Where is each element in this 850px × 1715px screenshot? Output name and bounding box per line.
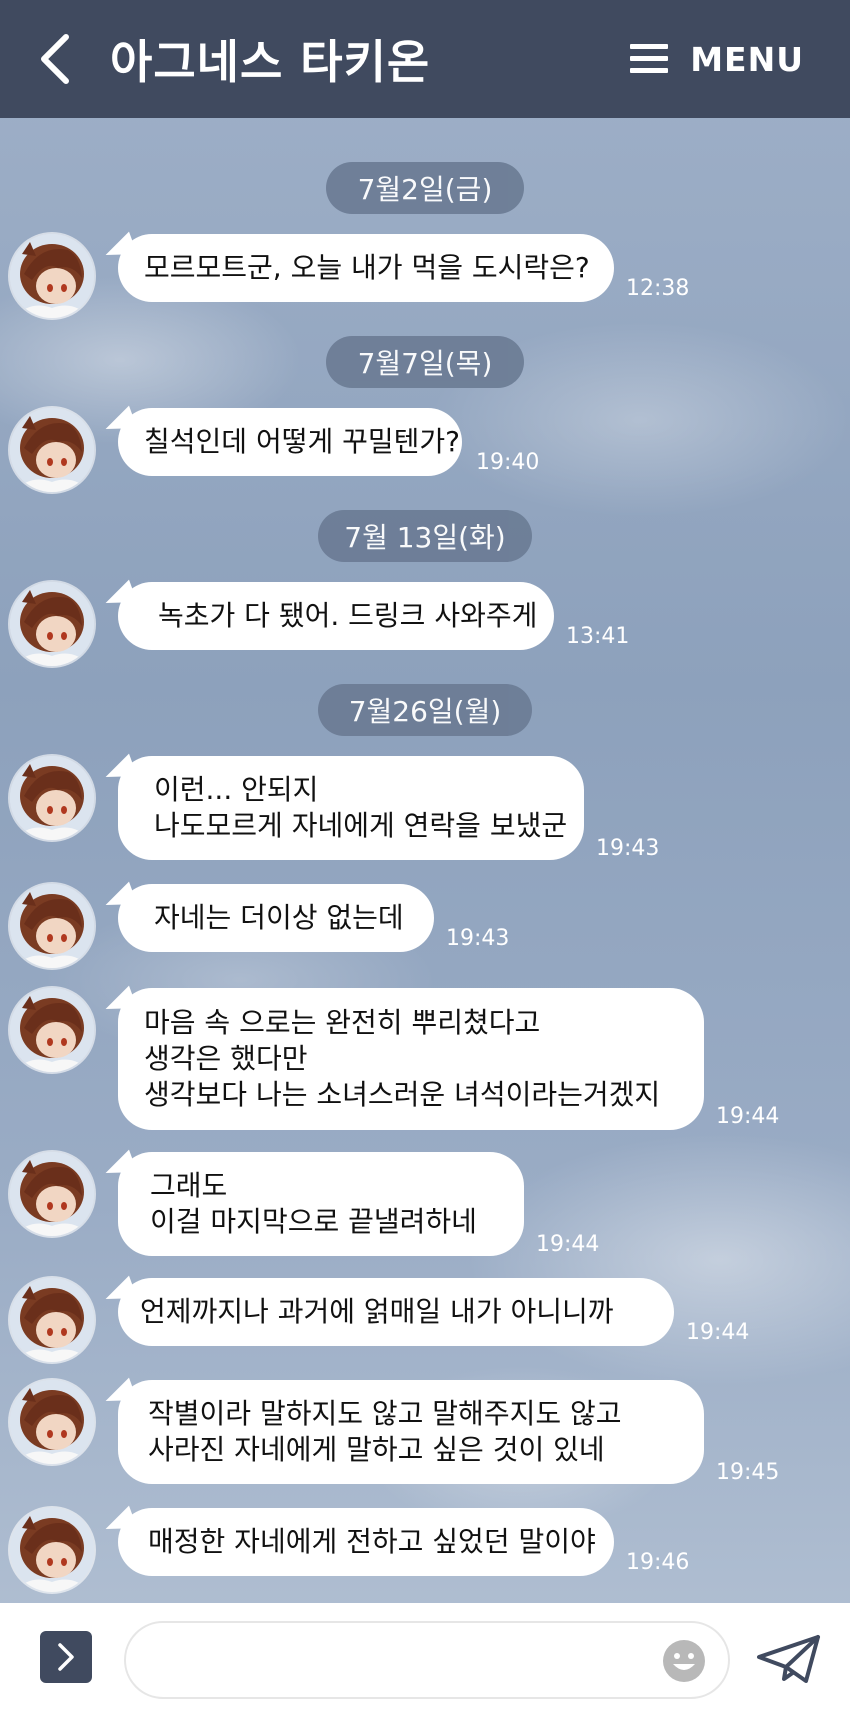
menu-label: MENU	[690, 39, 804, 79]
message-text: 자네는 더이상 없는데	[154, 901, 404, 934]
message-text: 매정한 자네에게 전하고 싶었던 말이야	[148, 1525, 596, 1558]
message-text: 생각은 했다만	[144, 1042, 308, 1075]
message-input-bar	[0, 1603, 850, 1715]
message-time: 19:44	[536, 1232, 600, 1257]
message-text: 이런... 안되지	[154, 773, 319, 806]
message-bubble[interactable]: 작별이라 말하지도 않고 말해주지도 않고 사라진 자네에게 말하고 싶은 것이…	[118, 1380, 704, 1484]
avatar[interactable]	[10, 756, 94, 840]
message-text: 모르모트군, 오늘 내가 먹을 도시락은?	[144, 251, 590, 284]
message-text: 언제까지나 과거에 얽매일 내가 아니니까	[140, 1295, 614, 1328]
message-text: 사라진 자네에게 말하고 싶은 것이 있네	[148, 1433, 605, 1466]
avatar[interactable]	[10, 988, 94, 1072]
date-separator: 7월 13일(화)	[318, 510, 532, 562]
avatar[interactable]	[10, 1508, 94, 1592]
message-input[interactable]	[124, 1621, 730, 1699]
avatar[interactable]	[10, 1380, 94, 1464]
message-time: 13:41	[566, 624, 630, 649]
avatar[interactable]	[10, 1278, 94, 1362]
message-time: 19:44	[716, 1104, 780, 1129]
message-bubble[interactable]: 마음 속 으로는 완전히 뿌리쳤다고 생각은 했다만 생각보다 나는 소녀스러운…	[118, 988, 704, 1130]
message-text: 나도모르게 자네에게 연락을 보냈군	[154, 809, 568, 842]
message-bubble[interactable]: 매정한 자네에게 전하고 싶었던 말이야	[118, 1508, 614, 1576]
chat-header: 아그네스 타키온 MENU	[0, 0, 850, 118]
hamburger-icon	[630, 44, 669, 74]
message-text: 이걸 마지막으로 끝낼려하네	[150, 1205, 477, 1238]
expand-button[interactable]	[40, 1631, 92, 1683]
message-time: 19:44	[686, 1320, 750, 1345]
message-time: 12:38	[626, 276, 690, 301]
chevron-left-icon	[41, 34, 69, 84]
avatar[interactable]	[10, 234, 94, 318]
message-bubble[interactable]: 녹초가 다 됐어. 드링크 사와주게	[118, 582, 554, 650]
avatar[interactable]	[10, 1152, 94, 1236]
chat-title: 아그네스 타키온	[110, 35, 431, 89]
emoji-button[interactable]	[662, 1639, 706, 1683]
message-bubble[interactable]: 이런... 안되지 나도모르게 자네에게 연락을 보냈군	[118, 756, 584, 860]
back-button[interactable]	[32, 29, 78, 89]
message-bubble[interactable]: 칠석인데 어떻게 꾸밀텐가?	[118, 408, 462, 476]
message-time: 19:40	[476, 450, 540, 475]
menu-button[interactable]: MENU	[630, 40, 818, 79]
smiley-icon	[663, 1640, 705, 1682]
message-text: 마음 속 으로는 완전히 뿌리쳤다고	[144, 1006, 541, 1039]
message-text: 작별이라 말하지도 않고 말해주지도 않고	[148, 1397, 622, 1430]
message-text: 녹초가 다 됐어. 드링크 사와주게	[158, 599, 538, 632]
date-separator: 7월2일(금)	[326, 162, 524, 214]
message-bubble[interactable]: 자네는 더이상 없는데	[118, 884, 434, 952]
message-time: 19:45	[716, 1460, 780, 1485]
message-time: 19:46	[626, 1550, 690, 1575]
message-time: 19:43	[596, 836, 660, 861]
message-text: 생각보다 나는 소녀스러운 녀석이라는거겠지	[144, 1078, 661, 1111]
date-separator: 7월26일(월)	[318, 684, 532, 736]
chevron-right-icon	[58, 1643, 74, 1671]
message-text: 칠석인데 어떻게 꾸밀텐가?	[144, 425, 461, 458]
message-bubble[interactable]: 모르모트군, 오늘 내가 먹을 도시락은?	[118, 234, 614, 302]
message-bubble[interactable]: 그래도 이걸 마지막으로 끝낼려하네	[118, 1152, 524, 1256]
avatar[interactable]	[10, 408, 94, 492]
date-separator: 7월7일(목)	[326, 336, 524, 388]
paper-plane-icon	[757, 1635, 820, 1683]
avatar[interactable]	[10, 582, 94, 666]
message-bubble[interactable]: 언제까지나 과거에 얽매일 내가 아니니까	[118, 1278, 674, 1346]
avatar[interactable]	[10, 884, 94, 968]
message-list[interactable]: 7월2일(금) 모르모트군, 오늘 내가 먹을 도시락은? 12:38 7월7일…	[0, 118, 850, 1603]
send-button[interactable]	[756, 1633, 822, 1685]
message-time: 19:43	[446, 926, 510, 951]
message-text: 그래도	[150, 1169, 228, 1202]
